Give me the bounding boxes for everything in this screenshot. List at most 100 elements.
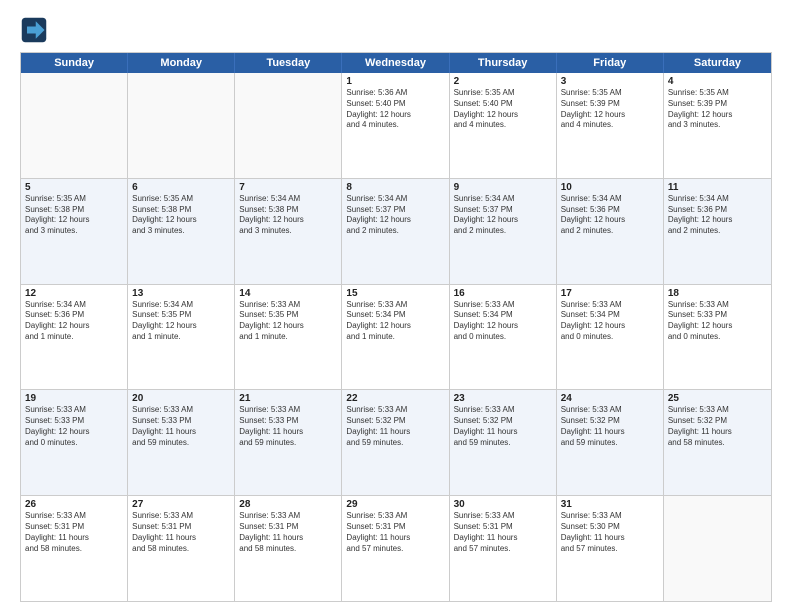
cell-info: Sunrise: 5:33 AM Sunset: 5:33 PM Dayligh…	[132, 405, 230, 448]
cell-info: Sunrise: 5:33 AM Sunset: 5:33 PM Dayligh…	[239, 405, 337, 448]
day-number: 5	[25, 182, 123, 193]
weekday-header: Thursday	[450, 53, 557, 73]
calendar-cell: 22Sunrise: 5:33 AM Sunset: 5:32 PM Dayli…	[342, 390, 449, 495]
day-number: 8	[346, 182, 444, 193]
calendar-header: SundayMondayTuesdayWednesdayThursdayFrid…	[21, 53, 771, 73]
calendar-row: 5Sunrise: 5:35 AM Sunset: 5:38 PM Daylig…	[21, 179, 771, 285]
calendar: SundayMondayTuesdayWednesdayThursdayFrid…	[20, 52, 772, 602]
day-number: 3	[561, 76, 659, 87]
calendar-body: 1Sunrise: 5:36 AM Sunset: 5:40 PM Daylig…	[21, 73, 771, 601]
calendar-cell: 12Sunrise: 5:34 AM Sunset: 5:36 PM Dayli…	[21, 285, 128, 390]
weekday-header: Sunday	[21, 53, 128, 73]
cell-info: Sunrise: 5:33 AM Sunset: 5:34 PM Dayligh…	[561, 300, 659, 343]
calendar-cell	[664, 496, 771, 601]
calendar-cell: 19Sunrise: 5:33 AM Sunset: 5:33 PM Dayli…	[21, 390, 128, 495]
calendar-cell: 27Sunrise: 5:33 AM Sunset: 5:31 PM Dayli…	[128, 496, 235, 601]
day-number: 27	[132, 499, 230, 510]
cell-info: Sunrise: 5:35 AM Sunset: 5:38 PM Dayligh…	[25, 194, 123, 237]
day-number: 9	[454, 182, 552, 193]
calendar-row: 12Sunrise: 5:34 AM Sunset: 5:36 PM Dayli…	[21, 285, 771, 391]
day-number: 12	[25, 288, 123, 299]
cell-info: Sunrise: 5:35 AM Sunset: 5:39 PM Dayligh…	[668, 88, 767, 131]
day-number: 29	[346, 499, 444, 510]
cell-info: Sunrise: 5:34 AM Sunset: 5:36 PM Dayligh…	[25, 300, 123, 343]
cell-info: Sunrise: 5:33 AM Sunset: 5:32 PM Dayligh…	[561, 405, 659, 448]
day-number: 30	[454, 499, 552, 510]
calendar-cell: 13Sunrise: 5:34 AM Sunset: 5:35 PM Dayli…	[128, 285, 235, 390]
day-number: 1	[346, 76, 444, 87]
day-number: 15	[346, 288, 444, 299]
calendar-cell: 14Sunrise: 5:33 AM Sunset: 5:35 PM Dayli…	[235, 285, 342, 390]
day-number: 7	[239, 182, 337, 193]
calendar-cell: 29Sunrise: 5:33 AM Sunset: 5:31 PM Dayli…	[342, 496, 449, 601]
day-number: 11	[668, 182, 767, 193]
weekday-header: Monday	[128, 53, 235, 73]
day-number: 2	[454, 76, 552, 87]
cell-info: Sunrise: 5:33 AM Sunset: 5:33 PM Dayligh…	[668, 300, 767, 343]
day-number: 24	[561, 393, 659, 404]
cell-info: Sunrise: 5:33 AM Sunset: 5:33 PM Dayligh…	[25, 405, 123, 448]
day-number: 4	[668, 76, 767, 87]
calendar-row: 19Sunrise: 5:33 AM Sunset: 5:33 PM Dayli…	[21, 390, 771, 496]
cell-info: Sunrise: 5:35 AM Sunset: 5:40 PM Dayligh…	[454, 88, 552, 131]
calendar-cell	[128, 73, 235, 178]
calendar-cell: 1Sunrise: 5:36 AM Sunset: 5:40 PM Daylig…	[342, 73, 449, 178]
cell-info: Sunrise: 5:33 AM Sunset: 5:31 PM Dayligh…	[454, 511, 552, 554]
calendar-cell: 11Sunrise: 5:34 AM Sunset: 5:36 PM Dayli…	[664, 179, 771, 284]
day-number: 10	[561, 182, 659, 193]
calendar-cell: 20Sunrise: 5:33 AM Sunset: 5:33 PM Dayli…	[128, 390, 235, 495]
day-number: 16	[454, 288, 552, 299]
calendar-cell: 31Sunrise: 5:33 AM Sunset: 5:30 PM Dayli…	[557, 496, 664, 601]
calendar-cell: 16Sunrise: 5:33 AM Sunset: 5:34 PM Dayli…	[450, 285, 557, 390]
day-number: 31	[561, 499, 659, 510]
cell-info: Sunrise: 5:33 AM Sunset: 5:31 PM Dayligh…	[25, 511, 123, 554]
calendar-cell: 30Sunrise: 5:33 AM Sunset: 5:31 PM Dayli…	[450, 496, 557, 601]
day-number: 22	[346, 393, 444, 404]
day-number: 28	[239, 499, 337, 510]
weekday-header: Wednesday	[342, 53, 449, 73]
cell-info: Sunrise: 5:34 AM Sunset: 5:37 PM Dayligh…	[454, 194, 552, 237]
calendar-cell	[21, 73, 128, 178]
cell-info: Sunrise: 5:34 AM Sunset: 5:36 PM Dayligh…	[561, 194, 659, 237]
cell-info: Sunrise: 5:34 AM Sunset: 5:37 PM Dayligh…	[346, 194, 444, 237]
calendar-cell: 17Sunrise: 5:33 AM Sunset: 5:34 PM Dayli…	[557, 285, 664, 390]
calendar-cell: 23Sunrise: 5:33 AM Sunset: 5:32 PM Dayli…	[450, 390, 557, 495]
cell-info: Sunrise: 5:33 AM Sunset: 5:35 PM Dayligh…	[239, 300, 337, 343]
calendar-cell: 7Sunrise: 5:34 AM Sunset: 5:38 PM Daylig…	[235, 179, 342, 284]
cell-info: Sunrise: 5:33 AM Sunset: 5:31 PM Dayligh…	[239, 511, 337, 554]
cell-info: Sunrise: 5:33 AM Sunset: 5:32 PM Dayligh…	[668, 405, 767, 448]
cell-info: Sunrise: 5:34 AM Sunset: 5:38 PM Dayligh…	[239, 194, 337, 237]
cell-info: Sunrise: 5:36 AM Sunset: 5:40 PM Dayligh…	[346, 88, 444, 131]
day-number: 17	[561, 288, 659, 299]
calendar-cell: 5Sunrise: 5:35 AM Sunset: 5:38 PM Daylig…	[21, 179, 128, 284]
day-number: 25	[668, 393, 767, 404]
logo	[20, 16, 52, 44]
cell-info: Sunrise: 5:33 AM Sunset: 5:32 PM Dayligh…	[346, 405, 444, 448]
cell-info: Sunrise: 5:33 AM Sunset: 5:32 PM Dayligh…	[454, 405, 552, 448]
calendar-cell: 18Sunrise: 5:33 AM Sunset: 5:33 PM Dayli…	[664, 285, 771, 390]
page-header	[20, 16, 772, 44]
day-number: 23	[454, 393, 552, 404]
calendar-cell: 3Sunrise: 5:35 AM Sunset: 5:39 PM Daylig…	[557, 73, 664, 178]
day-number: 21	[239, 393, 337, 404]
calendar-cell: 15Sunrise: 5:33 AM Sunset: 5:34 PM Dayli…	[342, 285, 449, 390]
logo-icon	[20, 16, 48, 44]
calendar-row: 26Sunrise: 5:33 AM Sunset: 5:31 PM Dayli…	[21, 496, 771, 601]
weekday-header: Friday	[557, 53, 664, 73]
calendar-cell: 24Sunrise: 5:33 AM Sunset: 5:32 PM Dayli…	[557, 390, 664, 495]
cell-info: Sunrise: 5:33 AM Sunset: 5:31 PM Dayligh…	[346, 511, 444, 554]
calendar-cell: 28Sunrise: 5:33 AM Sunset: 5:31 PM Dayli…	[235, 496, 342, 601]
weekday-header: Saturday	[664, 53, 771, 73]
cell-info: Sunrise: 5:33 AM Sunset: 5:34 PM Dayligh…	[346, 300, 444, 343]
calendar-cell: 25Sunrise: 5:33 AM Sunset: 5:32 PM Dayli…	[664, 390, 771, 495]
day-number: 19	[25, 393, 123, 404]
day-number: 13	[132, 288, 230, 299]
calendar-cell: 21Sunrise: 5:33 AM Sunset: 5:33 PM Dayli…	[235, 390, 342, 495]
calendar-cell: 10Sunrise: 5:34 AM Sunset: 5:36 PM Dayli…	[557, 179, 664, 284]
cell-info: Sunrise: 5:35 AM Sunset: 5:39 PM Dayligh…	[561, 88, 659, 131]
calendar-cell: 9Sunrise: 5:34 AM Sunset: 5:37 PM Daylig…	[450, 179, 557, 284]
day-number: 20	[132, 393, 230, 404]
calendar-cell: 8Sunrise: 5:34 AM Sunset: 5:37 PM Daylig…	[342, 179, 449, 284]
calendar-cell: 26Sunrise: 5:33 AM Sunset: 5:31 PM Dayli…	[21, 496, 128, 601]
calendar-cell: 2Sunrise: 5:35 AM Sunset: 5:40 PM Daylig…	[450, 73, 557, 178]
